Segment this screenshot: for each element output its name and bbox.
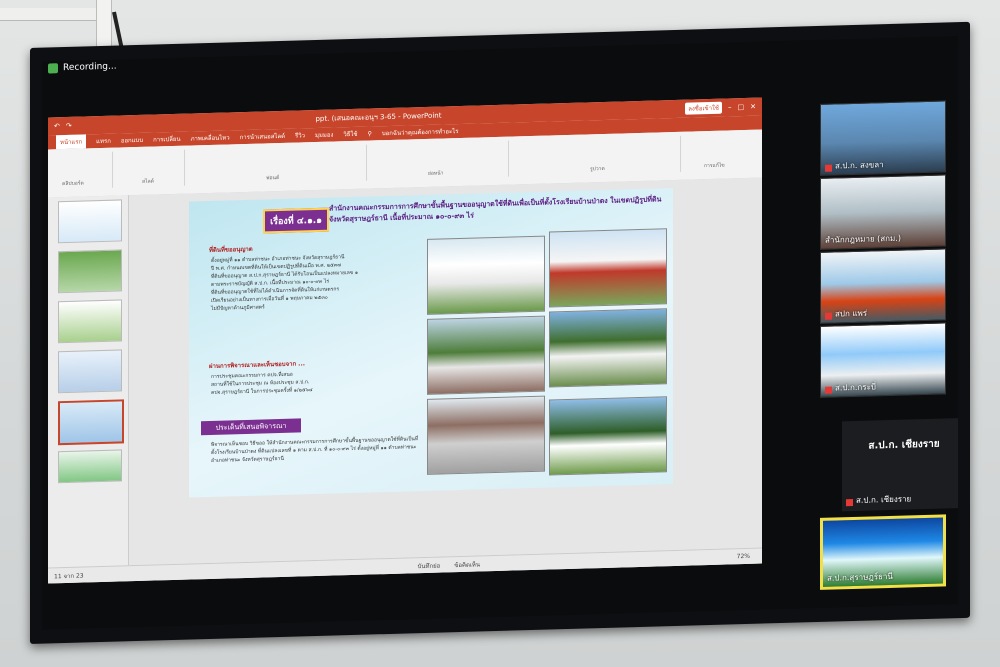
participant-initials-label: ส.ป.ก. เชียงราย [868, 438, 940, 452]
bullet-list-2: การประชุมคณะกรรมการ คปจ.ที่เสนอ สถานที่ใ… [211, 371, 313, 396]
current-slide: เรื่องที่ ๔.๑.๑ สำนักงานคณะกรรมการการศึก… [189, 188, 673, 498]
close-icon[interactable]: ✕ [750, 103, 756, 111]
wall-trunking [0, 8, 110, 21]
tab-transitions[interactable]: การเปลี่ยน [153, 134, 180, 145]
ribbon-editing[interactable]: การแก้ไข [682, 134, 752, 172]
school-gate-photo [549, 396, 667, 476]
participant-name: ส.ป.ก. สงขลา [835, 160, 884, 171]
undo-icon[interactable]: ↶ [54, 122, 60, 130]
slide-thumbnail[interactable] [58, 199, 122, 244]
slide-thumbnail-selected[interactable] [58, 399, 124, 446]
school-building-photo [427, 235, 545, 315]
school-yard-photo [427, 315, 545, 395]
slide-thumbnail[interactable] [58, 249, 122, 294]
ribbon-paragraph[interactable]: ย่อหน้า [368, 140, 509, 181]
participant-tile-no-video[interactable]: ส.ป.ก. เชียงราย ส.ป.ก. เชียงราย [842, 417, 958, 512]
recording-indicator: Recording... [48, 62, 117, 74]
ribbon-clipboard[interactable]: คลิปบอร์ด [52, 151, 113, 190]
notes-button[interactable]: บันทึกย่อ [418, 560, 441, 571]
tell-me-search[interactable]: บอกฉันว่าคุณต้องการทำอะไร [382, 126, 459, 138]
participant-name: สำนักกฎหมาย (สกม.) [825, 233, 901, 245]
shelter-photo [427, 395, 545, 475]
muted-mic-icon [825, 312, 832, 320]
tab-insert[interactable]: แทรก [96, 136, 111, 146]
slide-editing-area: เรื่องที่ ๔.๑.๑ สำนักงานคณะกรรมการการศึก… [129, 177, 762, 566]
tab-design[interactable]: ออกแบบ [121, 135, 143, 146]
section-land: ที่ดินที่ขออนุญาต [209, 245, 253, 255]
participant-video[interactable]: สปก แพร่ [820, 248, 946, 324]
tv-screen: Recording... ↶ ↷ ppt. (เสนอคณะอนุฯ 3-65 … [42, 36, 958, 630]
signin-button[interactable]: ลงชื่อเข้าใช้ [685, 101, 722, 115]
tab-review[interactable]: รีวิว [295, 130, 305, 140]
ribbon-drawing[interactable]: รูปวาด [510, 135, 681, 177]
participant-video[interactable]: ส.ป.ก. สงขลา [820, 100, 946, 176]
ribbon-font[interactable]: ฟอนต์ [186, 144, 367, 186]
bullet-list-1: ตั้งอยู่หมู่ที่ ๑๑ ตำบลท่าชนะ อำเภอท่าชน… [211, 254, 358, 312]
maximize-icon[interactable]: □ [738, 103, 745, 111]
ribbon-slides[interactable]: สไลด์ [114, 149, 185, 188]
participant-name: ส.ป.ก.กระบี่ [835, 382, 876, 393]
slide-heading: สำนักงานคณะกรรมการการศึกษาขั้นพื้นฐานขออ… [329, 195, 662, 224]
search-icon[interactable]: ⚲ [367, 130, 371, 137]
slide-counter: 11 จาก 23 [54, 572, 84, 580]
recording-icon [48, 63, 58, 74]
section-approval: ผ่านการพิจารณาและเห็นชอบจาก ... [209, 360, 306, 371]
participant-video[interactable]: ส.ป.ก.กระบี่ [820, 322, 946, 398]
participant-video[interactable]: สำนักกฎหมาย (สกม.) [820, 174, 946, 250]
participant-name: สปก แพร่ [835, 308, 868, 319]
slide-badge: เรื่องที่ ๔.๑.๑ [263, 207, 329, 234]
tab-animations[interactable]: ภาพเคลื่อนไหว [191, 132, 230, 143]
redo-icon[interactable]: ↷ [66, 122, 72, 130]
muted-mic-icon [825, 164, 832, 172]
tab-help[interactable]: วิธีใช้ [343, 129, 357, 139]
muted-mic-icon [846, 499, 853, 507]
slide-thumbnails-pane [48, 195, 129, 568]
minimize-icon[interactable]: – [728, 103, 732, 111]
tab-view[interactable]: มุมมอง [315, 130, 333, 141]
muted-mic-icon [825, 386, 832, 394]
participant-name: ส.ป.ก. เชียงราย [856, 494, 912, 505]
television: Recording... ↶ ↷ ppt. (เสนอคณะอนุฯ 3-65 … [30, 21, 970, 645]
consider-label: ประเด็นที่เสนอพิจารณา [201, 418, 301, 436]
palm-trees-photo [549, 308, 667, 388]
active-speaker-video[interactable]: ส.ป.ก.สุราษฎร์ธานี [820, 514, 946, 590]
tab-slideshow[interactable]: การนำเสนอสไลด์ [240, 131, 285, 142]
slide-thumbnail[interactable] [58, 349, 122, 394]
slide-thumbnail[interactable] [58, 299, 122, 344]
comments-button[interactable]: ข้อคิดเห็น [454, 559, 480, 570]
tab-home[interactable]: หน้าแรก [56, 134, 87, 150]
participant-name: ส.ป.ก.สุราษฎร์ธานี [827, 571, 893, 583]
bullet-list-3: พิจารณาเห็นชอบ วิธีขออ ให้สำนักงานคณะกรร… [211, 436, 419, 464]
school-house-photo [549, 228, 667, 308]
recording-label: Recording... [63, 61, 117, 74]
powerpoint-window: ↶ ↷ ppt. (เสนอคณะอนุฯ 3-65 - PowerPoint … [48, 97, 762, 584]
zoom-level[interactable]: 72% [737, 553, 750, 560]
slide-thumbnail[interactable] [58, 449, 122, 484]
